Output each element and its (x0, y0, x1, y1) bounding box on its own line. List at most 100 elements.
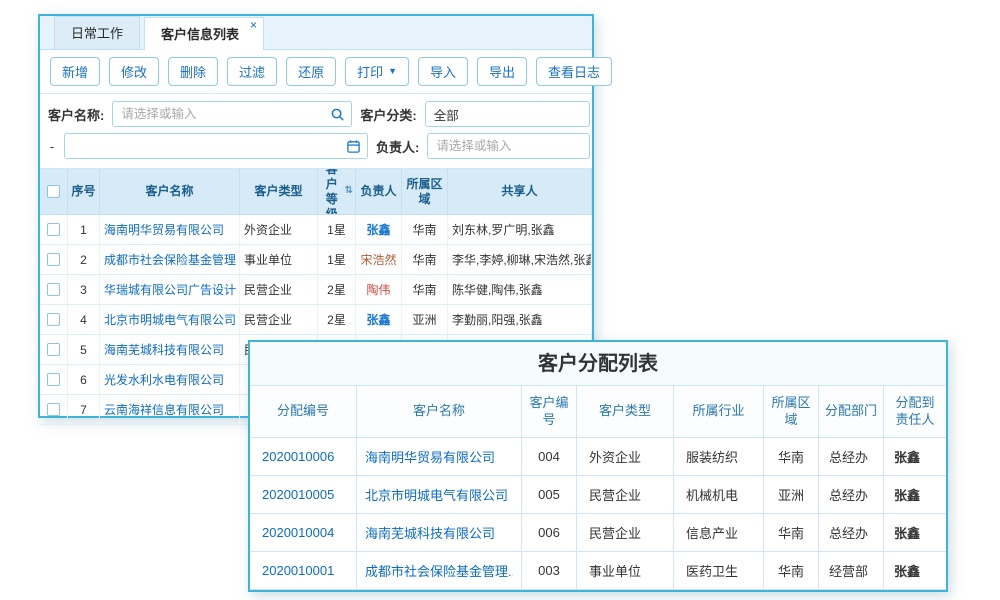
allocation-id-link[interactable]: 2020010004 (262, 525, 334, 540)
row-checkbox[interactable] (47, 403, 60, 416)
allocation-id-link[interactable]: 2020010005 (262, 487, 334, 502)
add-button[interactable]: 新增 (50, 57, 100, 86)
customer-name-label: 客户名称: (48, 105, 104, 124)
header-level[interactable]: 客户等级⇅ (318, 169, 356, 215)
close-icon[interactable]: × (250, 19, 257, 31)
filter-area: 客户名称: 客户分类: - (40, 94, 592, 168)
table-row[interactable]: 2020010006 海南明华贸易有限公司 004 外资企业 服装纺织 华南 总… (250, 438, 946, 476)
cell-name: 光发水利水电有限公司 (100, 365, 240, 395)
customer-name-link[interactable]: 海南芜城科技有限公司 (104, 341, 224, 358)
checkbox-cell (40, 215, 68, 245)
row-checkbox[interactable] (47, 223, 60, 236)
cell-region: 华南 (402, 245, 448, 275)
print-button[interactable]: 打印 ▼ (345, 57, 409, 86)
table-header-row: 分配编号 客户名称 客户编号 客户类型 所属行业 所属区域 分配部门 分配到责任… (250, 386, 946, 438)
owner-inputwrap (427, 133, 590, 159)
header-owner: 负责人 (356, 169, 402, 215)
cell-dept: 总经办 (819, 514, 884, 552)
header-checkbox-cell (40, 169, 68, 215)
cell-seq: 6 (68, 365, 100, 395)
customer-name-link[interactable]: 成都市社会保险基金管理... (104, 251, 237, 268)
calendar-icon[interactable] (346, 139, 361, 154)
cell-name: 海南明华贸易有限公司 (100, 215, 240, 245)
header-name: 客户名称 (100, 169, 240, 215)
cell-level: 1星 (318, 245, 356, 275)
cell-type: 事业单位 (240, 245, 318, 275)
tab-customer-info-list[interactable]: 客户信息列表 × (144, 17, 264, 50)
cell-name: 海南芜城科技有限公司 (100, 335, 240, 365)
cell-region: 华南 (764, 438, 819, 476)
customer-name-link[interactable]: 海南明华贸易有限公司 (104, 221, 224, 238)
restore-button[interactable]: 还原 (286, 57, 336, 86)
export-button[interactable]: 导出 (477, 57, 527, 86)
customer-name-link[interactable]: 华瑞城有限公司广告设计部 (104, 281, 237, 298)
row-checkbox[interactable] (47, 373, 60, 386)
cell-owner: 宋浩然 (356, 245, 402, 275)
row-checkbox[interactable] (47, 283, 60, 296)
select-all-checkbox[interactable] (47, 185, 60, 198)
customer-allocation-panel: 客户分配列表 分配编号 客户名称 客户编号 客户类型 所属行业 所属区域 分配部… (248, 340, 948, 592)
table-row[interactable]: 1 海南明华贸易有限公司 外资企业 1星 张鑫 华南 刘东林,罗广明,张鑫 (40, 215, 592, 245)
owner-input[interactable] (427, 133, 590, 159)
row-checkbox[interactable] (47, 253, 60, 266)
cell-code: 003 (522, 552, 577, 590)
cell-industry: 医药卫生 (674, 552, 764, 590)
cell-code: 005 (522, 476, 577, 514)
search-icon[interactable] (330, 107, 345, 122)
table-row[interactable]: 2020010001 成都市社会保险基金管理... 003 事业单位 医药卫生 … (250, 552, 946, 590)
customer-category-inputwrap (425, 101, 590, 127)
cell-industry: 机械机电 (674, 476, 764, 514)
customer-name-link[interactable]: 北京市明城电气有限公司 (104, 311, 236, 328)
cell-level: 1星 (318, 215, 356, 245)
table-row[interactable]: 2020010005 北京市明城电气有限公司 005 民营企业 机械机电 亚洲 … (250, 476, 946, 514)
customer-name-link[interactable]: 云南海祥信息有限公司 (104, 401, 224, 418)
cell-name: 海南明华贸易有限公司 (357, 438, 522, 476)
header-seq: 序号 (68, 169, 100, 215)
table-row[interactable]: 2 成都市社会保险基金管理... 事业单位 1星 宋浩然 华南 李华,李婷,柳琳… (40, 245, 592, 275)
header-name: 客户名称 (357, 386, 522, 438)
cell-type: 民营企业 (240, 305, 318, 335)
import-button[interactable]: 导入 (418, 57, 468, 86)
date-input[interactable] (64, 133, 368, 159)
customer-name-link[interactable]: 北京市明城电气有限公司 (365, 485, 508, 504)
caret-down-icon: ▼ (388, 67, 397, 76)
checkbox-cell (40, 365, 68, 395)
allocation-id-link[interactable]: 2020010006 (262, 449, 334, 464)
cell-dept: 总经办 (819, 476, 884, 514)
cell-assignee: 张鑫 (884, 438, 946, 476)
cell-allocation-id: 2020010004 (250, 514, 357, 552)
cell-allocation-id: 2020010001 (250, 552, 357, 590)
modify-button[interactable]: 修改 (109, 57, 159, 86)
row-checkbox[interactable] (47, 343, 60, 356)
header-region: 所属区域 (402, 169, 448, 215)
date-inputwrap (64, 133, 368, 159)
delete-button[interactable]: 删除 (168, 57, 218, 86)
cell-shared: 李勤丽,阳强,张鑫 (448, 305, 592, 335)
cell-seq: 5 (68, 335, 100, 365)
cell-level: 2星 (318, 305, 356, 335)
tab-daily-work[interactable]: 日常工作 (54, 16, 140, 49)
cell-name: 北京市明城电气有限公司 (100, 305, 240, 335)
cell-type: 民营企业 (577, 514, 674, 552)
filter-button[interactable]: 过滤 (227, 57, 277, 86)
customer-name-link[interactable]: 成都市社会保险基金管理... (365, 561, 513, 580)
customer-category-input[interactable] (425, 101, 590, 127)
header-assignee: 分配到责任人 (884, 386, 946, 438)
cell-level: 2星 (318, 275, 356, 305)
cell-seq: 7 (68, 395, 100, 425)
tab-bar: 日常工作 客户信息列表 × (40, 16, 592, 50)
view-log-button[interactable]: 查看日志 (536, 57, 612, 86)
customer-name-input[interactable] (112, 101, 352, 127)
customer-name-link[interactable]: 海南芜城科技有限公司 (365, 523, 495, 542)
header-allocation-id: 分配编号 (250, 386, 357, 438)
row-checkbox[interactable] (47, 313, 60, 326)
tab-label: 日常工作 (71, 26, 123, 41)
table-row[interactable]: 4 北京市明城电气有限公司 民营企业 2星 张鑫 亚洲 李勤丽,阳强,张鑫 (40, 305, 592, 335)
table-row[interactable]: 3 华瑞城有限公司广告设计部 民营企业 2星 陶伟 华南 陈华健,陶伟,张鑫 (40, 275, 592, 305)
table-row[interactable]: 2020010004 海南芜城科技有限公司 006 民营企业 信息产业 华南 总… (250, 514, 946, 552)
toolbar: 新增 修改 删除 过滤 还原 打印 ▼ 导入 导出 查看日志 (40, 50, 592, 94)
customer-name-link[interactable]: 海南明华贸易有限公司 (365, 447, 495, 466)
allocation-id-link[interactable]: 2020010001 (262, 563, 334, 578)
sort-icon[interactable]: ⇅ (345, 185, 353, 198)
customer-name-link[interactable]: 光发水利水电有限公司 (104, 371, 224, 388)
